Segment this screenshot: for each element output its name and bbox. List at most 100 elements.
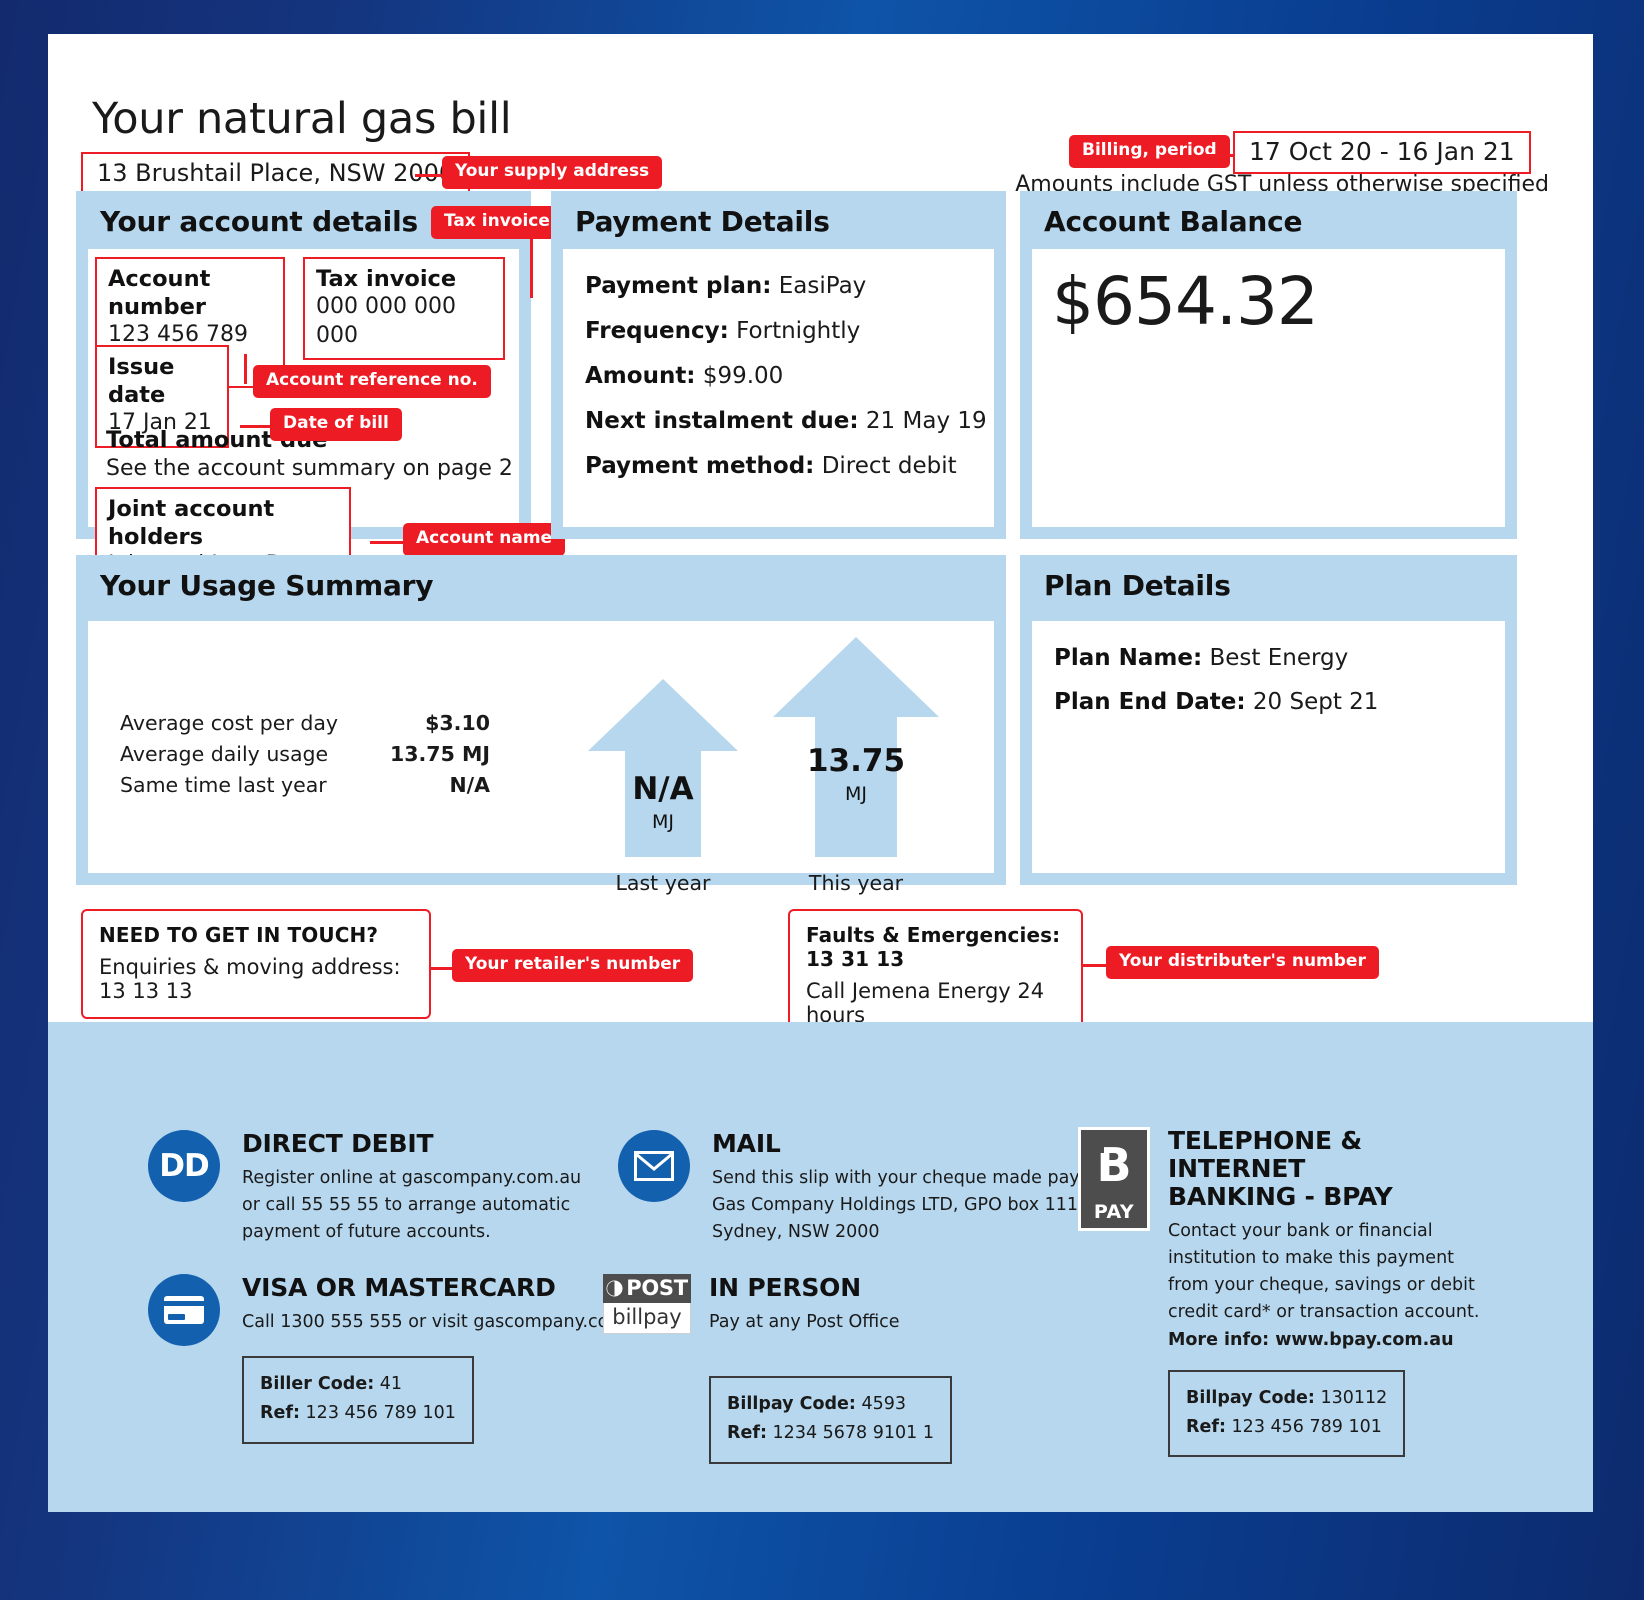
post-circle-icon: [606, 1280, 623, 1296]
usage-summary-body: Average cost per day $3.10 Average daily…: [88, 621, 994, 895]
account-balance-card: Account Balance $654.32: [1020, 191, 1517, 539]
biller-ref-value: 123 456 789 101: [305, 1403, 456, 1423]
billpay-ref-value: 1234 5678 9101 1: [772, 1423, 934, 1443]
payment-detail-row: Frequency: Fortnightly: [585, 318, 994, 344]
bpay-text: Contact your bank or financial instituti…: [1168, 1218, 1488, 1354]
connector-line: [415, 174, 443, 177]
usage-arrow-unit: MJ: [845, 783, 867, 805]
same-time-last-year-label: Same time last year: [120, 773, 327, 797]
bpay-code-box: Billpay Code: 130112 Ref: 123 456 789 10…: [1168, 1369, 1406, 1458]
biller-code-label: Biller Code:: [260, 1374, 375, 1395]
visa-code-box: Biller Code: 41 Ref: 123 456 789 101: [242, 1356, 474, 1444]
payment-plan-value: EasiPay: [778, 273, 867, 299]
bpay-billpay-code-row: Billpay Code: 130112: [1186, 1384, 1387, 1413]
billing-period-box: 17 Oct 20 - 16 Jan 21: [1233, 131, 1531, 174]
visa-mastercard-line: Call 1300 555 555 or visit gascompany.co…: [242, 1312, 653, 1332]
payment-details-list: Payment plan: EasiPay Frequency: Fortnig…: [563, 249, 994, 479]
usage-summary-card: Your Usage Summary Average cost per day …: [76, 555, 1006, 895]
payment-method-label: Payment method:: [585, 453, 815, 479]
billpay-logo-word: billpay: [603, 1303, 691, 1334]
bpay-more-info: More info: www.bpay.com.au: [1168, 1329, 1454, 1350]
next-instalment-label: Next instalment due:: [585, 408, 859, 434]
direct-debit-line: or call 55 55 55 to arrange automatic: [242, 1195, 571, 1216]
billpay-code-value: 4593: [861, 1394, 907, 1415]
envelope-icon: [618, 1130, 690, 1202]
bpay-line: institution to make this payment: [1168, 1248, 1455, 1269]
payment-detail-row: Payment plan: EasiPay: [585, 273, 994, 299]
payment-detail-row: Payment method: Direct debit: [585, 453, 994, 479]
connector-line: [1083, 964, 1107, 967]
retailer-contact-heading: NEED TO GET IN TOUCH?: [99, 923, 379, 947]
billpay-code-label: Billpay Code:: [727, 1394, 856, 1415]
connector-line: [240, 425, 272, 428]
retailer-contact-line: Enquiries & moving address: 13 13 13: [99, 955, 401, 1003]
total-due-value: See the account summary on page 2: [106, 456, 513, 481]
visa-mastercard-text: Call 1300 555 555 or visit gascompany.co…: [242, 1309, 653, 1336]
plan-detail-row: Plan End Date: 20 Sept 21: [1054, 689, 1505, 715]
in-person-line: Pay at any Post Office: [709, 1312, 900, 1332]
bpay-line: from your cheque, savings or debit: [1168, 1275, 1475, 1296]
payment-method-direct-debit: DD DIRECT DEBIT Register online at gasco…: [148, 1130, 581, 1246]
post-logo-top: POST: [603, 1274, 691, 1303]
in-person-text: Pay at any Post Office: [709, 1309, 952, 1336]
payment-method-in-person: POST billpay IN PERSON Pay at any Post O…: [603, 1274, 952, 1464]
amount-value: $99.00: [702, 363, 784, 389]
annotation-billing-period: Billing, period: [1069, 135, 1230, 168]
biller-code-value: 41: [379, 1374, 403, 1395]
bill-document: Your natural gas bill 13 Brushtail Place…: [48, 34, 1593, 1512]
payment-plan-label: Payment plan:: [585, 273, 772, 299]
bpay-title-line2: BANKING - BPAY: [1168, 1182, 1393, 1211]
plan-end-date-label: Plan End Date:: [1054, 689, 1246, 715]
plan-details-body: Plan Name: Best Energy Plan End Date: 20…: [1032, 621, 1505, 873]
billing-period-value: 17 Oct 20 - 16 Jan 21: [1249, 137, 1515, 166]
payment-method-value: Direct debit: [821, 453, 957, 479]
bpay-logo-word: PAY: [1093, 1201, 1135, 1223]
account-balance-amount: $654.32: [1052, 263, 1319, 340]
direct-debit-line: payment of future accounts.: [242, 1222, 491, 1243]
connector-line: [370, 541, 405, 544]
supply-address-box: 13 Brushtail Place, NSW 2000: [81, 152, 471, 196]
connector-line: [244, 354, 247, 384]
usage-arrow-last-year: N/A MJ Last year: [588, 679, 738, 895]
in-person-title: IN PERSON: [709, 1273, 861, 1302]
plan-details-title: Plan Details: [1044, 569, 1231, 602]
post-billpay-logo: POST billpay: [603, 1274, 691, 1334]
bpay-logo: B PAY: [1078, 1127, 1150, 1231]
billpay-ref-row: Ref: 1234 5678 9101 1: [727, 1419, 934, 1448]
account-balance-body: $654.32: [1032, 249, 1505, 527]
annotation-supply-address: Your supply address: [442, 156, 663, 189]
payment-methods-panel: DD DIRECT DEBIT Register online at gasco…: [48, 1022, 1593, 1512]
payment-method-visa-mastercard: VISA OR MASTERCARD Call 1300 555 555 or …: [148, 1274, 653, 1444]
bpay-title: TELEPHONE & INTERNET BANKING - BPAY: [1168, 1127, 1488, 1211]
payment-details-title: Payment Details: [575, 205, 830, 238]
payment-details-card: Payment Details Payment plan: EasiPay Fr…: [551, 191, 1006, 539]
bpay-line: credit card* or transaction account.: [1168, 1302, 1480, 1323]
tax-invoice-box: Tax invoice 000 000 000 000: [303, 257, 505, 361]
payment-method-mail: MAIL Send this slip with your cheque mad…: [618, 1130, 1146, 1246]
bpay-title-line1: TELEPHONE & INTERNET: [1168, 1126, 1362, 1183]
avg-usage-label: Average daily usage: [120, 742, 329, 766]
retailer-contact-box: NEED TO GET IN TOUCH? Enquiries & moving…: [81, 909, 431, 1019]
plan-details-card: Plan Details Plan Name: Best Energy Plan…: [1020, 555, 1517, 885]
connector-line: [530, 235, 533, 298]
bpay-billpay-code-label: Billpay Code:: [1186, 1387, 1315, 1408]
joint-holders-label: Joint account holders: [108, 496, 275, 551]
envelope-glyph: [634, 1151, 674, 1181]
supply-address-value: 13 Brushtail Place, NSW 2000: [97, 159, 455, 187]
usage-arrow-unit: MJ: [652, 811, 674, 833]
annotation-distributor-number: Your distributer's number: [1106, 946, 1379, 979]
frequency-label: Frequency:: [585, 318, 729, 344]
direct-debit-text: Register online at gascompany.com.au or …: [242, 1165, 581, 1246]
biller-ref-row: Ref: 123 456 789 101: [260, 1399, 456, 1428]
plan-end-date-value: 20 Sept 21: [1252, 689, 1379, 715]
post-logo-word: POST: [626, 1276, 688, 1300]
credit-card-glyph: [164, 1296, 204, 1324]
same-time-last-year-value: N/A: [449, 773, 490, 797]
account-balance-title: Account Balance: [1044, 205, 1303, 238]
payment-details-body: Payment plan: EasiPay Frequency: Fortnig…: [563, 249, 994, 527]
billpay-ref-label: Ref:: [727, 1423, 767, 1443]
bpay-line: Contact your bank or financial: [1168, 1221, 1433, 1241]
annotation-date-of-bill: Date of bill: [270, 408, 402, 441]
usage-arrow-caption: Last year: [615, 871, 711, 895]
page-title: Your natural gas bill: [92, 94, 512, 144]
